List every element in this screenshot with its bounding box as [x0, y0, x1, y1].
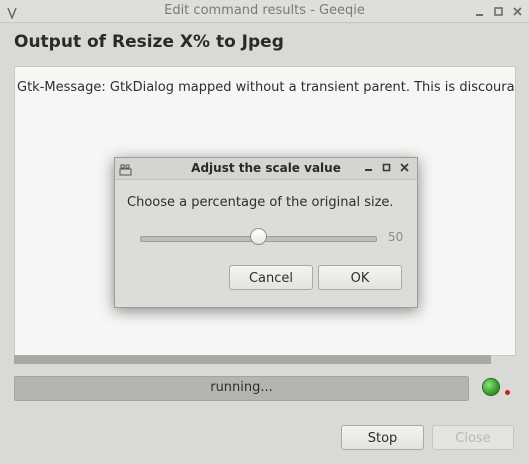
- dialog-minimize-icon[interactable]: [364, 162, 375, 173]
- maximize-icon[interactable]: [493, 6, 504, 17]
- output-line: Gtk-Message: GtkDialog mapped without a …: [17, 80, 516, 95]
- progress-label: running...: [210, 380, 273, 395]
- window-title: Edit command results - Geeqie: [164, 3, 365, 18]
- page-title: Output of Resize X% to Jpeg: [14, 32, 284, 52]
- dialog-maximize-icon[interactable]: [382, 162, 393, 173]
- dialog-titlebar[interactable]: Adjust the scale value: [115, 158, 417, 180]
- window-titlebar[interactable]: Edit command results - Geeqie: [0, 0, 529, 23]
- dialog-close-icon[interactable]: [400, 162, 411, 173]
- cancel-button[interactable]: Cancel: [229, 265, 313, 290]
- horizontal-scrollbar[interactable]: [14, 355, 491, 364]
- scale-slider-value: 50: [388, 230, 404, 244]
- close-button[interactable]: Close: [432, 425, 514, 450]
- dialog-prompt: Choose a percentage of the original size…: [127, 195, 394, 210]
- scale-slider-handle[interactable]: [250, 228, 267, 245]
- scale-dialog: Adjust the scale value Choose a percenta…: [114, 157, 418, 308]
- ok-button[interactable]: OK: [318, 265, 402, 290]
- status-dot-icon: [505, 390, 510, 395]
- close-icon[interactable]: [512, 6, 523, 17]
- stop-button[interactable]: Stop: [341, 425, 424, 450]
- minimize-icon[interactable]: [474, 6, 485, 17]
- status-led-icon: [482, 378, 500, 396]
- progress-bar: running...: [14, 376, 469, 401]
